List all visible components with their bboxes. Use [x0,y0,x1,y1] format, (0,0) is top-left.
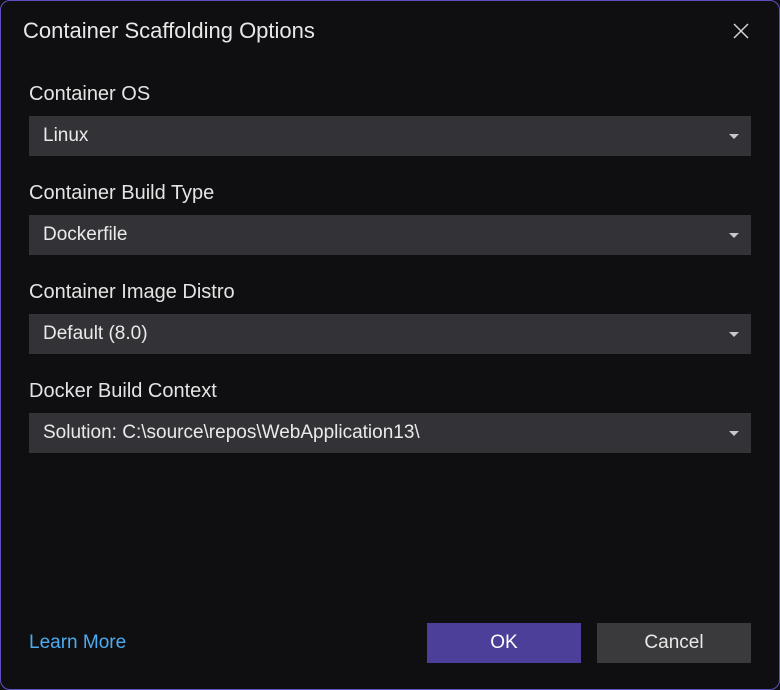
build-context-field: Docker Build Context Solution: C:\source… [29,380,751,453]
image-distro-label: Container Image Distro [29,281,751,304]
build-type-value: Dockerfile [43,224,127,246]
container-os-field: Container OS Linux [29,83,751,156]
build-type-select[interactable]: Dockerfile [29,215,751,255]
build-context-label: Docker Build Context [29,380,751,403]
image-distro-value: Default (8.0) [43,323,148,345]
build-type-field: Container Build Type Dockerfile [29,182,751,255]
image-distro-field: Container Image Distro Default (8.0) [29,281,751,354]
chevron-down-icon [729,134,739,139]
titlebar: Container Scaffolding Options [1,1,779,57]
close-button[interactable] [725,15,757,47]
dialog-title: Container Scaffolding Options [23,18,315,44]
cancel-button[interactable]: Cancel [597,623,751,663]
image-distro-select[interactable]: Default (8.0) [29,314,751,354]
container-os-value: Linux [43,125,88,147]
learn-more-link[interactable]: Learn More [29,632,126,654]
ok-button[interactable]: OK [427,623,581,663]
container-os-select[interactable]: Linux [29,116,751,156]
build-context-select[interactable]: Solution: C:\source\repos\WebApplication… [29,413,751,453]
container-scaffolding-dialog: Container Scaffolding Options Container … [0,0,780,690]
dialog-footer: Learn More OK Cancel [1,623,779,689]
chevron-down-icon [729,332,739,337]
chevron-down-icon [729,431,739,436]
close-icon [732,22,750,40]
build-context-value: Solution: C:\source\repos\WebApplication… [43,422,420,444]
container-os-label: Container OS [29,83,751,106]
dialog-content: Container OS Linux Container Build Type … [1,57,779,623]
build-type-label: Container Build Type [29,182,751,205]
chevron-down-icon [729,233,739,238]
